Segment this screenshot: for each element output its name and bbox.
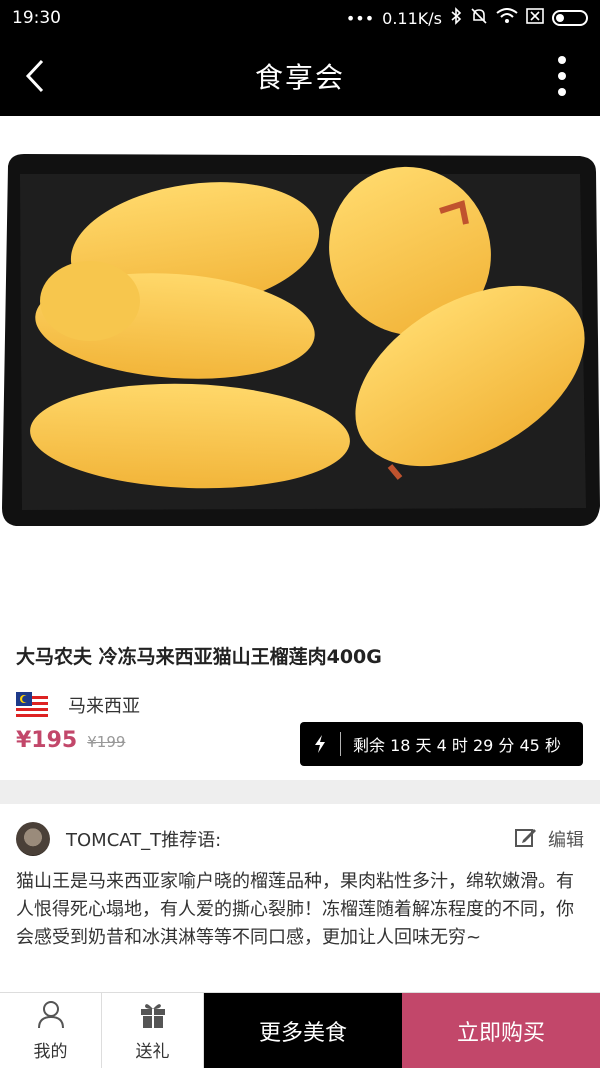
product-image[interactable] xyxy=(0,116,600,600)
recommendation-text: 猫山王是马来西亚家喻户晓的榴莲品种，果肉粘性多汁，绵软嫩滑。有人恨得死心塌地，有… xyxy=(16,871,574,948)
wifi-icon xyxy=(496,8,518,28)
origin-text: 马来西亚 xyxy=(68,696,140,717)
sim-icon xyxy=(526,8,544,28)
bottom-action-bar: 我的 送礼 更多美食 立即购买 xyxy=(0,992,600,1068)
tab-my[interactable]: 我的 xyxy=(0,993,102,1068)
edit-label: 编辑 xyxy=(548,830,584,851)
section-divider xyxy=(0,780,600,804)
mute-icon xyxy=(470,7,488,29)
product-info: 大马农夫 冷冻马来西亚猫山王榴莲肉400G 马来西亚 ¥195 ¥199 剩余 … xyxy=(0,600,600,780)
avatar[interactable] xyxy=(16,822,50,856)
price-current: ¥195 xyxy=(16,728,78,753)
origin-row: 马来西亚 xyxy=(16,690,140,720)
price-row: ¥195 ¥199 xyxy=(16,728,125,753)
tab-gift[interactable]: 送礼 xyxy=(102,993,204,1068)
durian-image xyxy=(2,154,600,526)
status-bar: 19:30 ••• 0.11K/s xyxy=(0,0,600,36)
more-food-button[interactable]: 更多美食 xyxy=(204,993,402,1068)
bluetooth-icon xyxy=(450,7,462,29)
recommender-name: TOMCAT_T推荐语: xyxy=(66,830,222,851)
divider xyxy=(340,732,341,756)
recommendation-section: TOMCAT_T推荐语: 编辑 猫山王是马来西亚家喻户晓的榴莲品种，果肉粘性多汁… xyxy=(0,804,600,992)
status-time: 19:30 xyxy=(12,8,61,28)
signal-dots-icon: ••• xyxy=(345,8,375,28)
countdown-badge: 剩余 18 天 4 时 29 分 45 秒 xyxy=(300,722,583,766)
edit-button[interactable]: 编辑 xyxy=(514,825,584,854)
buy-now-button[interactable]: 立即购买 xyxy=(402,993,600,1068)
product-title: 大马农夫 冷冻马来西亚猫山王榴莲肉400G xyxy=(16,646,382,668)
battery-icon xyxy=(552,10,588,26)
user-icon xyxy=(36,999,66,1033)
gift-icon xyxy=(138,999,168,1033)
back-arrow-icon[interactable] xyxy=(18,58,52,94)
page-title: 食享会 xyxy=(254,61,345,94)
more-vertical-icon[interactable] xyxy=(554,56,570,96)
malaysia-flag-icon xyxy=(16,690,48,720)
tab-gift-label: 送礼 xyxy=(135,1042,170,1062)
status-icons: ••• 0.11K/s xyxy=(346,7,588,29)
network-speed: 0.11K/s xyxy=(382,8,442,28)
lightning-icon xyxy=(300,734,340,754)
tab-my-label: 我的 xyxy=(33,1042,68,1062)
nav-bar: 食享会 xyxy=(0,36,600,116)
countdown-text: 剩余 18 天 4 时 29 分 45 秒 xyxy=(353,736,561,755)
edit-icon xyxy=(514,825,538,854)
recommendation-header: TOMCAT_T推荐语: 编辑 xyxy=(16,822,584,856)
price-original: ¥199 xyxy=(87,733,126,751)
